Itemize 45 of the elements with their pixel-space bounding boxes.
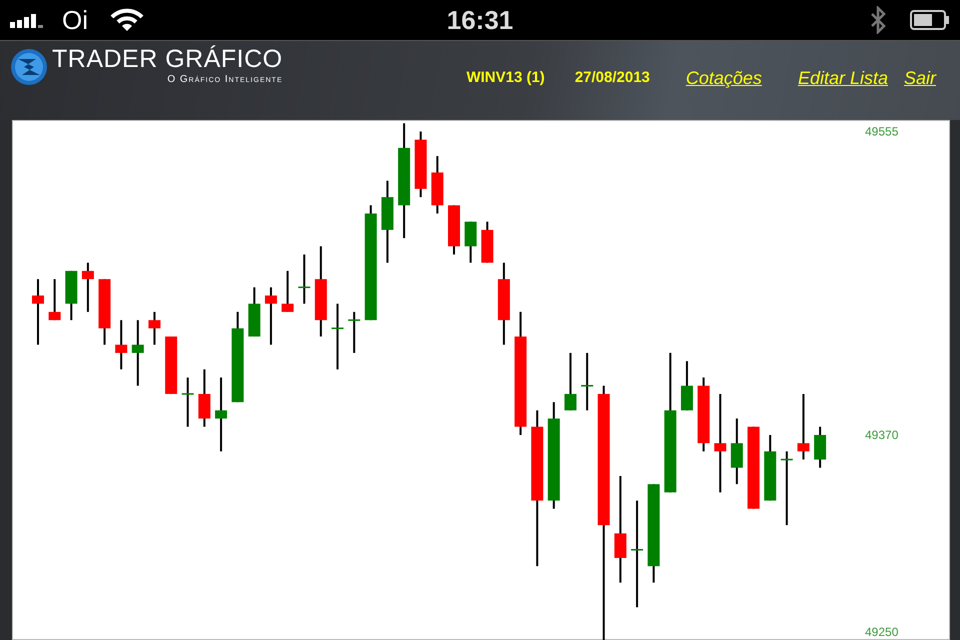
candle — [298, 254, 310, 304]
candle — [148, 312, 160, 345]
candle — [680, 361, 693, 410]
nav-link[interactable]: Cotações — [686, 65, 762, 92]
candle — [448, 205, 460, 254]
candle — [264, 287, 277, 345]
candle — [198, 369, 210, 427]
nav-link[interactable]: Sair — [904, 65, 936, 92]
candle — [248, 287, 260, 337]
clock-time: 16:31 — [446, 4, 514, 34]
candle — [464, 222, 477, 263]
candle — [332, 304, 344, 370]
candle — [132, 320, 144, 386]
price-label: 49555 — [865, 124, 898, 138]
wifi-icon — [110, 8, 144, 32]
candle — [481, 222, 494, 263]
candle — [32, 279, 44, 345]
candle — [48, 279, 61, 320]
candle — [730, 418, 743, 484]
date-label: 27/08/2013 — [574, 68, 650, 88]
battery-icon — [910, 10, 950, 30]
candle — [414, 131, 427, 198]
bluetooth-icon — [870, 6, 886, 34]
app-title: TRADER GRÁFICO — [52, 47, 283, 72]
candle — [764, 434, 776, 501]
candle — [814, 426, 826, 468]
carrier-name: Oi — [62, 4, 88, 36]
price-label: 49250 — [865, 624, 898, 639]
candle — [98, 279, 111, 345]
candle — [581, 352, 594, 410]
candle — [165, 336, 178, 394]
candle — [431, 156, 444, 214]
candle — [182, 378, 194, 427]
candle — [348, 312, 360, 353]
nav-link[interactable]: Editar Lista — [798, 65, 888, 92]
price-label: 49370 — [865, 428, 898, 442]
candle — [65, 270, 78, 320]
symbol-label: WINV13 (1) — [466, 68, 545, 88]
logo-icon — [10, 48, 48, 86]
candle — [564, 352, 576, 410]
candle — [282, 270, 294, 312]
candle — [82, 262, 94, 312]
candle — [797, 394, 810, 460]
app-tagline: O Gráfico Inteligente — [166, 73, 283, 87]
candle — [115, 320, 128, 370]
